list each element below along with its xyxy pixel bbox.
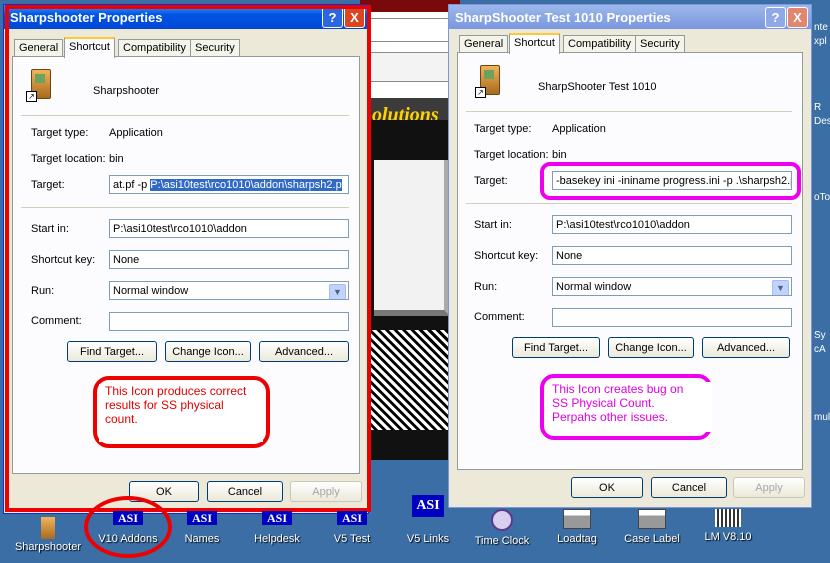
note-line: results for SS physical xyxy=(105,398,224,412)
desktop-icon-label: Names xyxy=(184,533,220,545)
edge-text: nte xyxy=(814,22,828,33)
tab-general[interactable]: General xyxy=(459,35,509,52)
tab-strip: General Shortcut Compatibility Security xyxy=(455,33,795,54)
help-button[interactable]: ? xyxy=(765,7,786,28)
barcode-icon xyxy=(715,509,741,527)
find-target-button[interactable]: Find Target... xyxy=(512,337,600,358)
desktop-icon-label: Case Label xyxy=(624,533,680,545)
edge-text: Des xyxy=(814,116,830,127)
target-location-value: bin xyxy=(552,149,567,161)
note-line: Perpahs other issues. xyxy=(552,410,669,424)
change-icon-button[interactable]: Change Icon... xyxy=(608,337,694,358)
desktop-icon-case-label[interactable]: Case Label xyxy=(612,495,692,545)
shortcut-key-label: Shortcut key: xyxy=(474,250,539,262)
tab-shortcut[interactable]: Shortcut xyxy=(509,33,560,54)
desktop-icon-helpdesk[interactable]: ASI Helpdesk xyxy=(237,495,317,545)
start-in-label: Start in: xyxy=(474,219,512,231)
desktop-icon-sharpshooter[interactable]: Sharpshooter xyxy=(8,495,88,553)
asi-shortcut-icon: ASI xyxy=(412,495,444,517)
target-label: Target: xyxy=(474,175,508,187)
desktop-icon-time-clock[interactable]: Time Clock xyxy=(462,495,542,547)
desktop-icon-loadtag[interactable]: Loadtag xyxy=(537,495,617,545)
run-value: Normal window xyxy=(556,281,632,293)
tab-security[interactable]: Security xyxy=(635,35,685,52)
desktop-icon-label: Time Clock xyxy=(474,535,530,547)
advanced-button[interactable]: Advanced... xyxy=(702,337,790,358)
desktop-icon-lm-v8-10[interactable]: LM V8.10 xyxy=(688,495,768,543)
desktop-icon-label: V5 Links xyxy=(406,533,450,545)
tab-shortcut[interactable]: Shortcut xyxy=(64,37,115,58)
note-line: This Icon produces correct xyxy=(105,384,247,398)
edge-text: xpl xyxy=(814,36,827,47)
comment-field[interactable] xyxy=(552,308,792,327)
printer-icon xyxy=(638,509,666,529)
desktop-icon-label: LM V8.10 xyxy=(704,531,752,543)
title-bar: SharpShooter Test 1010 Properties ? X xyxy=(449,5,811,29)
separator xyxy=(466,203,792,204)
start-in-field[interactable]: P:\asi10test\rco1010\addon xyxy=(552,215,792,234)
desktop-icon-v5-links[interactable]: ASI V5 Links xyxy=(388,495,468,545)
chevron-down-icon[interactable]: ▼ xyxy=(772,280,789,295)
note-line: This Icon creates bug on xyxy=(552,382,684,396)
background-window-titlebar xyxy=(360,0,460,12)
background-window-graphic xyxy=(374,160,450,316)
clock-icon xyxy=(491,509,513,531)
background-window-field xyxy=(368,18,452,42)
background-window-pattern xyxy=(370,330,450,430)
app-icon xyxy=(41,517,55,539)
run-label: Run: xyxy=(474,281,498,293)
shortcut-arrow-icon: ↗ xyxy=(475,87,486,98)
edge-text: R xyxy=(814,102,822,113)
target-location-label: Target location: xyxy=(474,149,549,161)
printer-icon xyxy=(563,509,591,529)
desktop-icon-label: V5 Test xyxy=(333,533,371,545)
desktop-icon-v5-test[interactable]: ASI V5 Test xyxy=(312,495,392,545)
edge-text: Sy xyxy=(814,330,826,341)
shortcut-key-field[interactable]: None xyxy=(552,246,792,265)
left-annotation-note: This Icon produces correct results for S… xyxy=(99,384,263,442)
red-circle-highlight xyxy=(84,496,172,558)
magenta-highlight-oval xyxy=(540,162,801,200)
sharpshooter-app-icon: ↗ xyxy=(475,65,500,98)
right-annotation-note: This Icon creates bug on SS Physical Cou… xyxy=(546,382,712,432)
asi-shortcut-icon: ASI xyxy=(337,511,367,525)
edge-text: oTo xyxy=(814,192,830,203)
target-type-value: Application xyxy=(552,123,606,135)
background-window-banner xyxy=(366,52,456,82)
background-window: olutions xyxy=(360,0,460,460)
close-button[interactable]: X xyxy=(787,7,808,28)
edge-text: mul xyxy=(814,412,830,423)
run-select[interactable]: Normal window ▼ xyxy=(552,277,792,296)
separator xyxy=(466,111,792,112)
asi-shortcut-icon: ASI xyxy=(187,511,217,525)
desktop-icon-label: Helpdesk xyxy=(254,533,300,545)
edge-text: cA xyxy=(814,344,826,355)
desktop-icon-names[interactable]: ASI Names xyxy=(162,495,242,545)
note-line: count. xyxy=(105,412,138,426)
desktop-icon-label: Loadtag xyxy=(557,533,597,545)
note-line: SS Physical Count. xyxy=(552,396,655,410)
target-type-label: Target type: xyxy=(474,123,532,135)
tab-compatibility[interactable]: Compatibility xyxy=(563,35,636,52)
desktop-background: olutions nte xpl R Des oTo Sy cA mul Sha… xyxy=(0,0,830,563)
dialog-title: SharpShooter Test 1010 Properties xyxy=(455,10,671,25)
asi-shortcut-icon: ASI xyxy=(262,511,292,525)
comment-label: Comment: xyxy=(474,311,525,323)
app-name: SharpShooter Test 1010 xyxy=(538,81,657,93)
desktop-icon-label: Sharpshooter xyxy=(14,541,82,553)
